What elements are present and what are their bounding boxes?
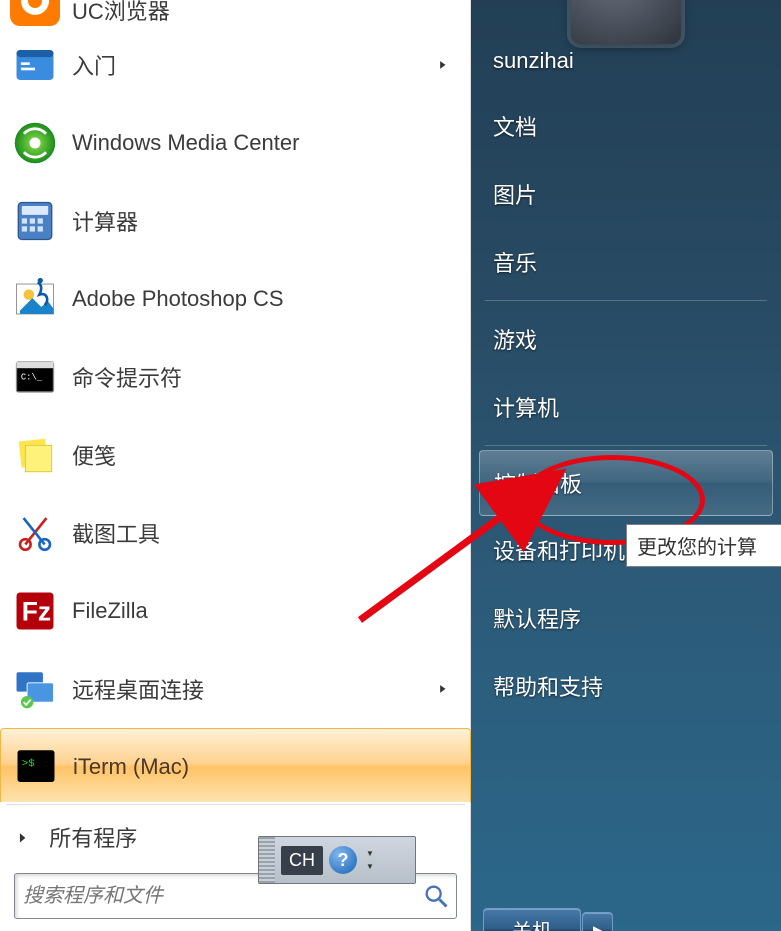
intro-icon [10, 40, 60, 90]
program-label: 便笺 [72, 439, 116, 471]
program-item[interactable]: 便笺 [0, 416, 471, 494]
start-menu: UC浏览器 入门 Windows Media Center 计算器 [0, 0, 781, 931]
wmc-icon [10, 118, 60, 168]
program-item[interactable]: 截图工具 [0, 494, 471, 572]
program-label: 远程桌面连接 [72, 673, 204, 705]
program-label: Adobe Photoshop CS [72, 286, 284, 312]
svg-text:>$: >$ [22, 758, 35, 770]
photoshop-icon [10, 274, 60, 324]
uc-icon [10, 0, 60, 26]
program-item[interactable]: UC浏览器 [0, 0, 471, 26]
shutdown-more-button[interactable]: ▶ [582, 912, 613, 931]
calculator-icon [10, 196, 60, 246]
sticky-notes-icon [10, 430, 60, 480]
program-item[interactable]: 入门 [0, 26, 471, 104]
program-item-selected[interactable]: >$ iTerm (Mac) [0, 728, 471, 802]
right-item-default-programs[interactable]: 默认程序 [471, 584, 781, 652]
divider [6, 804, 465, 805]
program-label: Windows Media Center [72, 130, 299, 156]
program-item[interactable]: 计算器 [0, 182, 471, 260]
program-label: FileZilla [72, 598, 148, 624]
program-item[interactable]: 远程桌面连接 [0, 650, 471, 728]
right-panel: sunzihai 文档 图片 音乐 游戏 计算机 控制面板 设备和打印机 默认程… [471, 0, 781, 931]
program-list: UC浏览器 入门 Windows Media Center 计算器 [0, 0, 471, 802]
right-item-music[interactable]: 音乐 [471, 228, 781, 296]
program-label: UC浏览器 [72, 0, 170, 26]
filezilla-icon: Fz [10, 586, 60, 636]
tiny-arrow-icon[interactable]: ▼ [366, 862, 374, 871]
program-label: 计算器 [72, 205, 138, 237]
search-icon [422, 882, 450, 910]
language-code[interactable]: CH [281, 846, 323, 875]
program-label: 命令提示符 [72, 361, 182, 393]
program-item[interactable]: Adobe Photoshop CS [0, 260, 471, 338]
program-label: 入门 [72, 49, 116, 81]
program-item[interactable]: C:\_ 命令提示符 [0, 338, 471, 416]
program-label: 截图工具 [72, 517, 160, 549]
all-programs-label: 所有程序 [49, 821, 137, 853]
right-item-help[interactable]: 帮助和支持 [471, 652, 781, 720]
left-panel: UC浏览器 入门 Windows Media Center 计算器 [0, 0, 471, 931]
shutdown-button[interactable]: 关机 [483, 908, 581, 931]
snipping-icon [10, 508, 60, 558]
chevron-right-icon: ▶ [20, 830, 26, 844]
right-item-pictures[interactable]: 图片 [471, 160, 781, 228]
divider [485, 300, 767, 301]
shutdown-row: 关机 ▶ [471, 908, 781, 931]
program-item[interactable]: Fz FileZilla [0, 572, 471, 650]
help-icon[interactable]: ? [329, 846, 357, 874]
iterm-icon: >$ [11, 742, 61, 792]
svg-text:C:\_: C:\_ [21, 373, 43, 383]
right-item-games[interactable]: 游戏 [471, 305, 781, 373]
tooltip: 更改您的计算 [626, 524, 781, 567]
divider [485, 445, 767, 446]
tiny-arrow-icon[interactable]: ▼ [366, 849, 374, 858]
svg-text:Fz: Fz [22, 597, 51, 627]
search-input[interactable] [21, 884, 422, 909]
rdp-icon [10, 664, 60, 714]
right-item-control-panel[interactable]: 控制面板 [479, 450, 773, 516]
program-item[interactable]: Windows Media Center [0, 104, 471, 182]
language-bar[interactable]: CH ? ▼ ▼ [258, 836, 416, 884]
right-item-documents[interactable]: 文档 [471, 92, 781, 160]
right-item-computer[interactable]: 计算机 [471, 373, 781, 441]
grip-icon[interactable] [259, 837, 275, 883]
user-avatar[interactable] [571, 0, 681, 44]
cmd-icon: C:\_ [10, 352, 60, 402]
program-label: iTerm (Mac) [73, 754, 189, 780]
